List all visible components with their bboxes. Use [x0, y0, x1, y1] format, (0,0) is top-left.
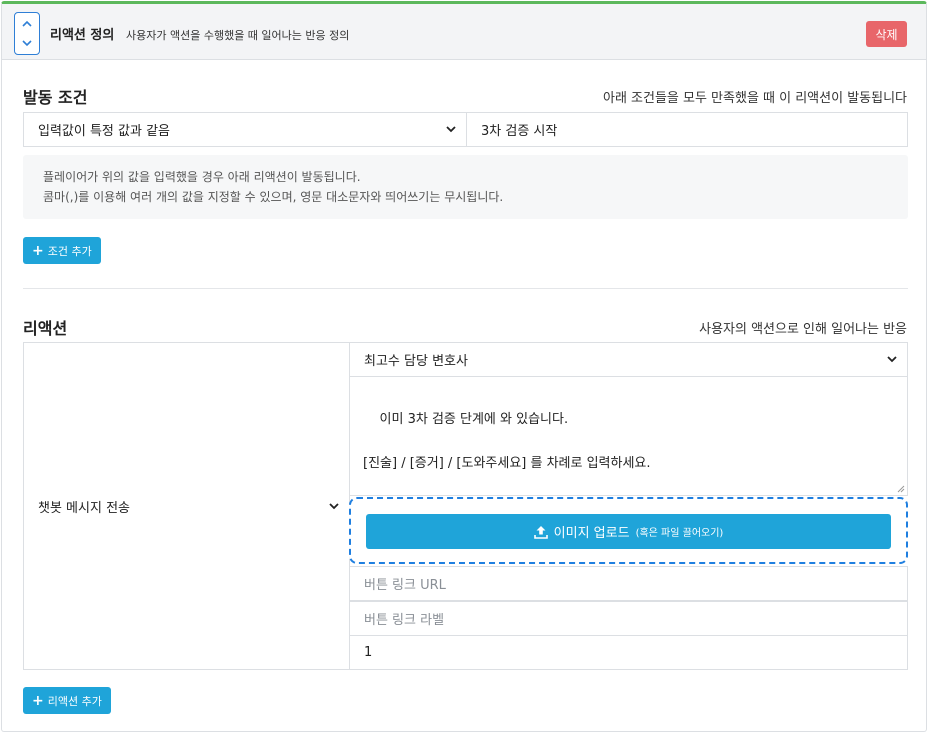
reaction-panel: 리액션 정의 사용자가 액션을 수행했을 때 일어나는 반응 정의 삭제 발동 … — [1, 1, 927, 732]
button-link-url-input[interactable]: 버튼 링크 URL — [349, 566, 908, 601]
condition-section-hint: 아래 조건들을 모두 만족했을 때 이 리액션이 발동됩니다 — [602, 91, 907, 106]
action-type-value: 챗봇 메시지 전송 — [38, 500, 130, 516]
chevron-down-icon — [22, 40, 32, 47]
button-link-label-input[interactable]: 버튼 링크 라벨 — [349, 601, 908, 636]
move-down-button[interactable] — [15, 34, 39, 55]
upload-icon — [533, 525, 548, 539]
add-condition-label: 조건 추가 — [47, 244, 92, 258]
plus-icon: + — [32, 242, 44, 259]
resize-grip-icon[interactable] — [897, 485, 905, 493]
message-text: 이미 3차 검증 단계에 와 있습니다. [진술] / [증거] / [도와주세… — [363, 412, 651, 471]
move-up-button[interactable] — [15, 13, 39, 34]
reaction-section-title: 리액션 — [23, 319, 68, 338]
image-upload-button[interactable]: 이미지 업로드 (혹은 파일 끌어오기) — [366, 514, 891, 549]
delay-input[interactable]: 1 — [349, 635, 908, 670]
speaker-value: 최고수 담당 변호사 — [364, 354, 468, 369]
add-reaction-button[interactable]: + 리액션 추가 — [23, 687, 111, 714]
condition-info-line: 콤마(,)를 이용해 여러 개의 값을 지정할 수 있으며, 영문 대소문자와 … — [43, 190, 504, 204]
panel-title: 리액션 정의 — [50, 28, 115, 43]
add-reaction-label: 리액션 추가 — [47, 694, 102, 708]
chevron-up-icon — [22, 20, 32, 27]
condition-value-input[interactable]: 3차 검증 시작 — [466, 112, 908, 147]
reaction-section-hint: 사용자의 액션으로 인해 일어나는 반응 — [699, 322, 907, 337]
plus-icon: + — [32, 692, 44, 709]
condition-info-line: 플레이어가 위의 값을 입력했을 경우 아래 리액션이 발동됩니다. — [43, 170, 361, 184]
condition-info-box: 플레이어가 위의 값을 입력했을 경우 아래 리액션이 발동됩니다. 콤마(,)… — [23, 155, 908, 219]
section-divider — [23, 288, 908, 289]
speaker-select[interactable]: 최고수 담당 변호사 — [349, 342, 908, 377]
condition-type-value: 입력값이 특정 값과 같음 — [38, 124, 170, 139]
action-type-select[interactable]: 챗봇 메시지 전송 — [23, 342, 350, 670]
chevron-down-icon — [887, 356, 897, 363]
chevron-down-icon — [446, 126, 456, 133]
message-textarea[interactable]: 이미 3차 검증 단계에 와 있습니다. [진술] / [증거] / [도와주세… — [349, 376, 908, 496]
panel-header: 리액션 정의 사용자가 액션을 수행했을 때 일어나는 반응 정의 삭제 — [2, 4, 926, 60]
panel-subtitle: 사용자가 액션을 수행했을 때 일어나는 반응 정의 — [126, 29, 350, 42]
image-upload-label: 이미지 업로드 — [553, 526, 630, 541]
condition-type-select[interactable]: 입력값이 특정 값과 같음 — [23, 112, 467, 147]
image-dropzone[interactable]: 이미지 업로드 (혹은 파일 끌어오기) — [349, 497, 908, 564]
delete-button[interactable]: 삭제 — [866, 21, 907, 47]
image-upload-sublabel: (혹은 파일 끌어오기) — [635, 528, 724, 539]
chevron-down-icon — [329, 502, 339, 510]
condition-section-title: 발동 조건 — [23, 88, 88, 107]
reorder-control — [14, 12, 40, 55]
add-condition-button[interactable]: + 조건 추가 — [23, 237, 101, 264]
